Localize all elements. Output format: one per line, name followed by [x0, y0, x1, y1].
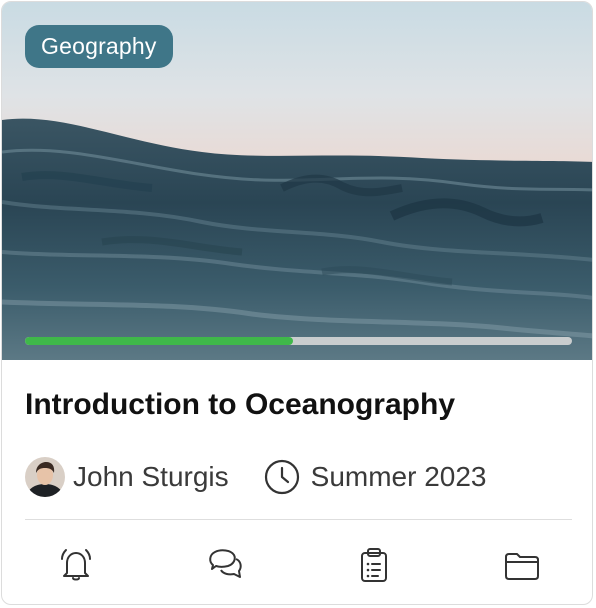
chat-bubbles-icon: [209, 549, 242, 578]
avatar[interactable]: [25, 457, 65, 497]
folder-icon: [505, 553, 539, 580]
course-progress-bar: [25, 337, 572, 345]
files-button[interactable]: [499, 542, 545, 588]
course-card[interactable]: Geography Introduction to Oceanography J…: [1, 1, 593, 605]
course-meta: John Sturgis Summer 2023: [25, 455, 487, 499]
notifications-button[interactable]: [53, 542, 99, 588]
assignments-button[interactable]: [351, 542, 397, 588]
instructor-avatar-image: [25, 457, 65, 497]
course-progress-fill: [25, 337, 294, 345]
divider: [25, 519, 572, 520]
bell-icon: [61, 549, 91, 581]
category-badge[interactable]: Geography: [25, 25, 173, 68]
instructor-name[interactable]: John Sturgis: [73, 461, 229, 493]
clock-icon: [263, 458, 301, 496]
card-actions: [2, 542, 592, 588]
discussion-button[interactable]: [202, 542, 248, 588]
course-title[interactable]: Introduction to Oceanography: [25, 388, 455, 422]
course-cover-image[interactable]: Geography: [2, 2, 592, 360]
course-term: Summer 2023: [310, 461, 487, 492]
clipboard-list-icon: [361, 548, 387, 582]
